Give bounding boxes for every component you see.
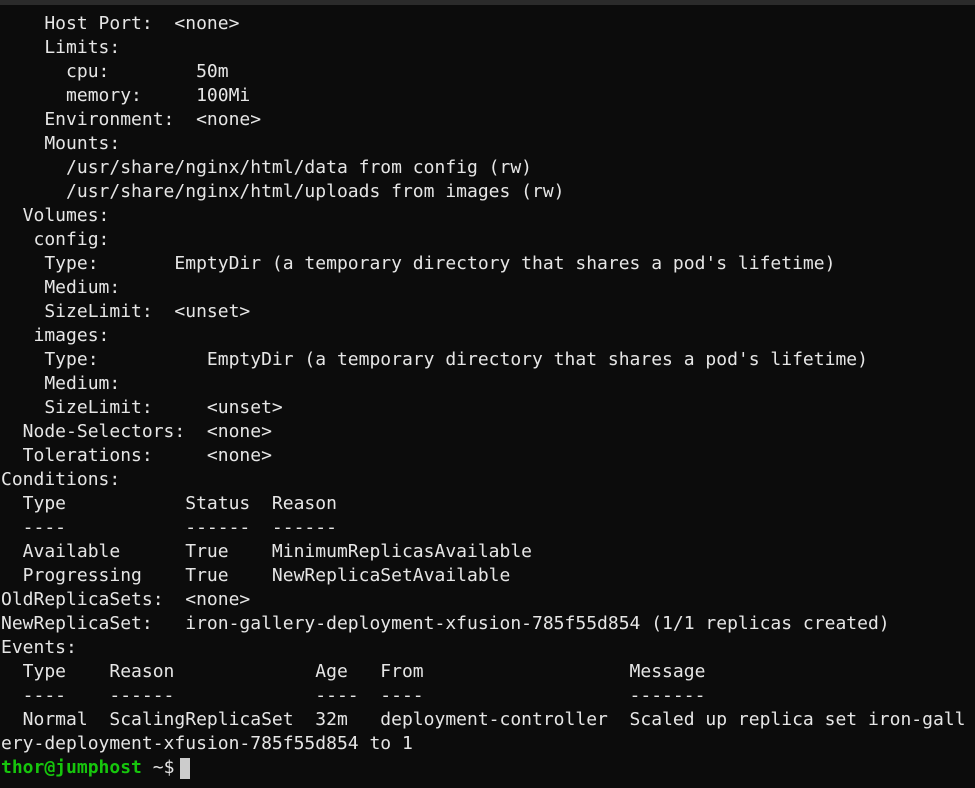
output-line: Tolerations: <none>	[1, 445, 272, 466]
text-cursor[interactable]	[180, 757, 191, 779]
output-line: Node-Selectors: <none>	[1, 421, 272, 442]
output-line: SizeLimit: <unset>	[1, 301, 251, 322]
output-line: ---- ------ ------	[1, 517, 337, 538]
output-line: NewReplicaSet: iron-gallery-deployment-x…	[1, 613, 890, 634]
output-line: Environment: <none>	[1, 109, 262, 130]
output-line: /usr/share/nginx/html/uploads from image…	[1, 181, 565, 202]
output-line: Type: EmptyDir (a temporary directory th…	[1, 253, 836, 274]
prompt-path-symbol: ~$	[141, 757, 175, 778]
output-line: Medium:	[1, 373, 121, 394]
output-line: Limits:	[1, 37, 121, 58]
output-line: Normal ScalingReplicaSet 32m deployment-…	[1, 709, 966, 730]
output-line: Host Port: <none>	[1, 13, 240, 34]
shell-prompt[interactable]: thor@jumphost ~$	[1, 756, 975, 780]
output-line: Events:	[1, 637, 77, 658]
output-line: SizeLimit: <unset>	[1, 397, 283, 418]
output-line: OldReplicaSets: <none>	[1, 589, 251, 610]
output-line: config:	[1, 229, 110, 250]
output-line: Available True MinimumReplicasAvailable	[1, 541, 533, 562]
output-line: Mounts:	[1, 133, 121, 154]
output-line: ---- ------ ---- ---- -------	[1, 685, 706, 706]
output-line: Medium:	[1, 277, 121, 298]
output-line: /usr/share/nginx/html/data from config (…	[1, 157, 533, 178]
output-line: Volumes:	[1, 205, 110, 226]
output-line: ery-deployment-xfusion-785f55d854 to 1	[1, 733, 413, 754]
output-line: memory: 100Mi	[1, 85, 251, 106]
output-line: Progressing True NewReplicaSetAvailable	[1, 565, 511, 586]
output-line: cpu: 50m	[1, 61, 229, 82]
terminal-window[interactable]: Host Port: <none> Limits: cpu: 50m memor…	[0, 0, 975, 788]
output-line: Type Reason Age From Message	[1, 661, 706, 682]
output-line: images:	[1, 325, 110, 346]
output-line: Type: EmptyDir (a temporary directory th…	[1, 349, 868, 370]
prompt-user-host: thor@jumphost	[1, 757, 142, 778]
output-line: Conditions:	[1, 469, 121, 490]
output-line: Type Status Reason	[1, 493, 337, 514]
